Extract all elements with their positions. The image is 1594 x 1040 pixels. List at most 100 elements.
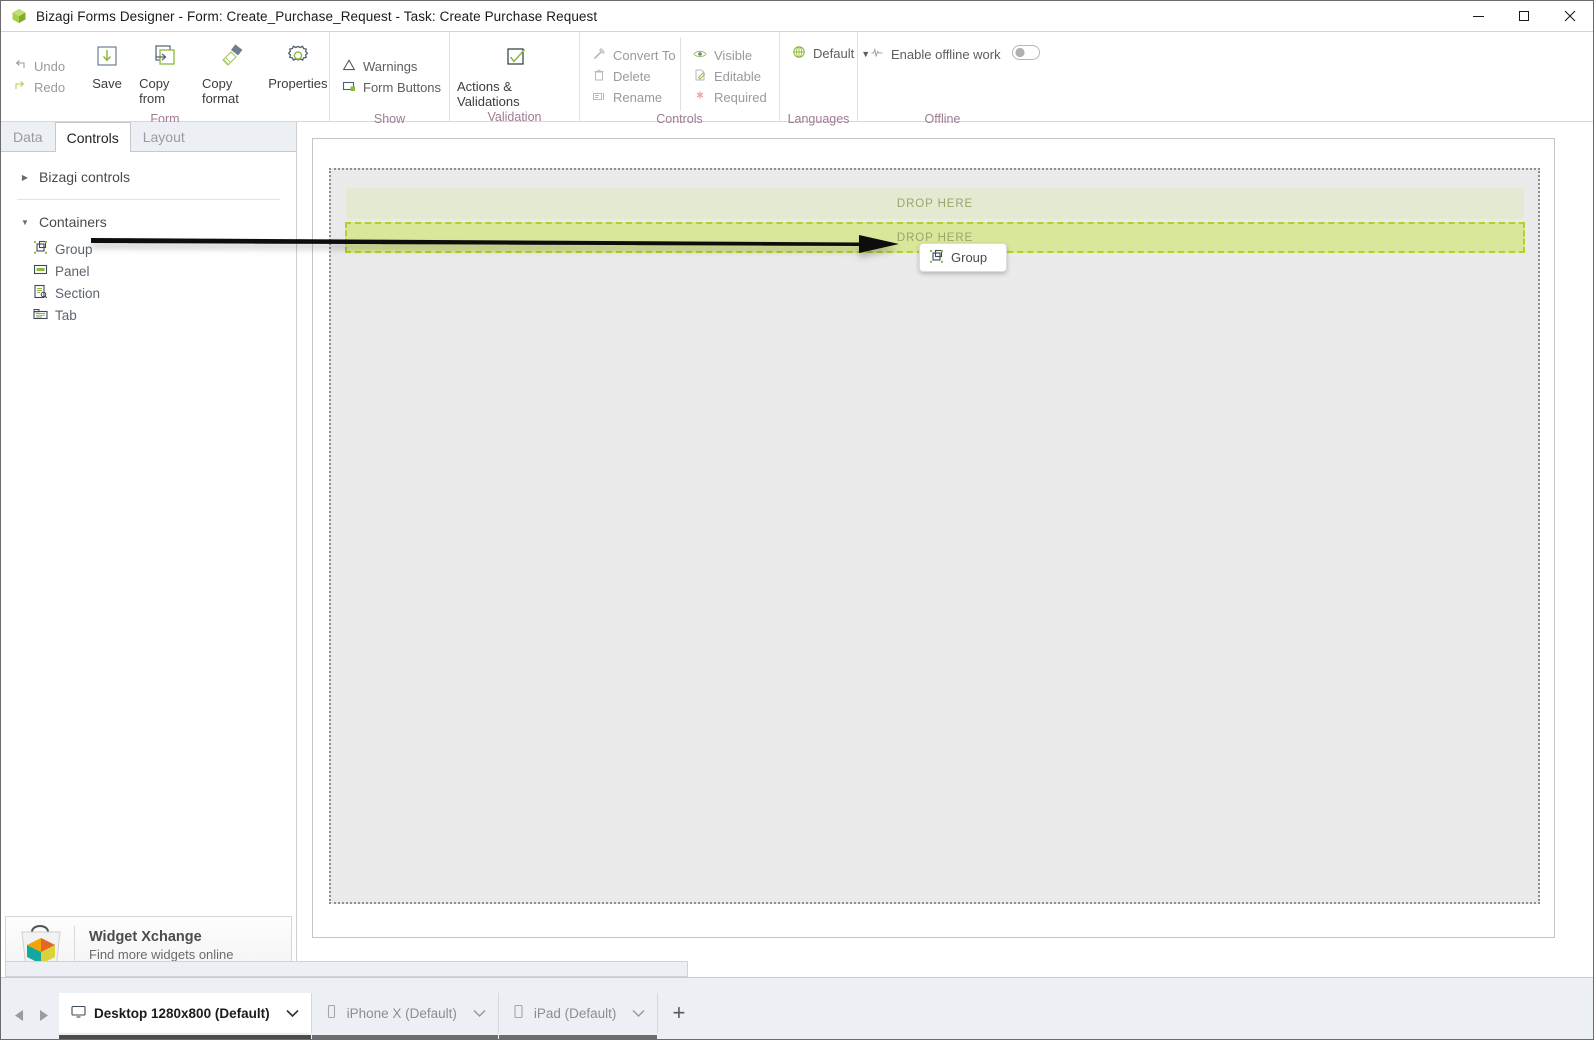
chevron-down-icon: ▼ [21, 217, 29, 227]
rename-label: Rename [613, 90, 663, 105]
title-bar: Bizagi Forms Designer - Form: Create_Pur… [1, 1, 1593, 31]
undo-button[interactable]: Undo [11, 56, 70, 77]
tree-divider [17, 199, 280, 200]
close-button[interactable] [1547, 1, 1593, 31]
bizagi-cube-icon [11, 8, 27, 24]
redo-button[interactable]: Redo [11, 77, 70, 98]
required-button[interactable]: Required [691, 87, 772, 108]
tab-control-icon [33, 306, 48, 324]
next-device-button[interactable] [33, 1003, 53, 1027]
convert-to-icon [592, 47, 606, 64]
warnings-button[interactable]: Warnings [340, 56, 442, 77]
device-tab-label: iPad (Default) [533, 1005, 617, 1021]
actions-validations-button[interactable]: Actions & Validations [450, 40, 579, 109]
properties-label: Properties [268, 76, 328, 91]
ribbon-group-languages: Default ▼ Languages [779, 32, 870, 126]
enable-offline-work-label: Enable offline work [891, 46, 1001, 62]
chevron-down-icon[interactable] [632, 1006, 645, 1021]
properties-button[interactable]: Properties [267, 37, 329, 91]
chevron-down-icon[interactable] [286, 1006, 299, 1021]
minimize-button[interactable] [1455, 1, 1501, 31]
section-control-icon [33, 284, 48, 302]
left-panel: Data Controls Layout ▶ Bizagi controls ▼… [1, 122, 296, 979]
device-tab-underline [59, 1035, 311, 1039]
editable-button[interactable]: Editable [691, 66, 772, 87]
window-controls [1455, 1, 1593, 31]
copy-from-label: Copy from [139, 76, 170, 106]
warnings-label: Warnings [363, 58, 418, 74]
dropzone-idle[interactable]: DROP HERE [346, 188, 1524, 219]
eye-icon [693, 47, 707, 64]
add-device-button[interactable]: + [657, 993, 699, 1033]
device-tab-desktop[interactable]: Desktop 1280x800 (Default) [59, 993, 311, 1039]
horizontal-scrollbar[interactable] [5, 961, 688, 977]
chevron-down-icon[interactable] [473, 1006, 486, 1021]
offline-icon [870, 46, 884, 63]
control-item-label: Panel [55, 263, 90, 279]
controls-stack-right: Visible Editable Required [680, 37, 780, 111]
ribbon-group-label-validation: Validation [487, 110, 542, 124]
ribbon-group-offline: Enable offline work Offline [857, 32, 1040, 126]
form-canvas-surface[interactable]: DROP HERE DROP HERE [329, 168, 1540, 904]
device-tab-label: iPhone X (Default) [346, 1005, 457, 1021]
properties-gear-icon [282, 40, 314, 74]
widget-divider [74, 926, 75, 964]
form-buttons-icon [342, 79, 356, 96]
panel-control-icon [33, 262, 48, 280]
tab-controls[interactable]: Controls [54, 122, 131, 152]
control-item-label: Section [55, 285, 101, 301]
control-item-tab[interactable]: Tab [1, 304, 296, 326]
warning-triangle-icon [342, 58, 356, 75]
default-language-label: Default [813, 46, 855, 61]
default-language-dropdown[interactable]: Default ▼ [790, 43, 870, 64]
show-stack: Warnings Form Buttons [330, 37, 450, 111]
device-tab-ipad[interactable]: iPad (Default) [497, 993, 658, 1039]
toggle-switch-off[interactable] [1011, 45, 1040, 63]
ribbon-group-show: Warnings Form Buttons Show [329, 32, 450, 126]
tree-group-label: Containers [39, 214, 107, 230]
panel-splitter[interactable] [296, 122, 297, 979]
required-label: Required [714, 90, 767, 105]
maximize-button[interactable] [1501, 1, 1547, 31]
copy-format-button[interactable]: Copy format [195, 37, 267, 106]
copy-from-button[interactable]: Copy from [132, 37, 195, 106]
tab-layout[interactable]: Layout [131, 122, 197, 151]
editable-label: Editable [714, 69, 761, 84]
trash-icon [592, 68, 606, 85]
monitor-icon [71, 1004, 86, 1022]
controls-tree: ▶ Bizagi controls ▼ Containers Group Pan… [1, 152, 296, 911]
delete-button[interactable]: Delete [590, 66, 672, 87]
tab-data[interactable]: Data [1, 122, 55, 151]
undo-icon [13, 58, 27, 75]
group-control-icon [929, 249, 944, 267]
control-item-section[interactable]: Section [1, 282, 296, 304]
control-item-group[interactable]: Group [1, 238, 296, 260]
redo-icon [13, 79, 27, 96]
prev-device-button[interactable] [9, 1003, 29, 1027]
device-tab-iphone-x[interactable]: iPhone X (Default) [310, 993, 498, 1039]
tree-group-bizagi-controls[interactable]: ▶ Bizagi controls [1, 164, 296, 190]
tablet-icon [511, 1004, 526, 1022]
convert-to-label: Convert To [613, 48, 676, 63]
ribbon-group-label-show: Show [373, 112, 406, 126]
control-item-panel[interactable]: Panel [1, 260, 296, 282]
ribbon-group-label-offline: Offline [924, 112, 961, 126]
save-button[interactable]: Save [82, 37, 132, 91]
required-asterisk-icon [693, 89, 707, 106]
enable-offline-work-toggle[interactable]: Enable offline work [868, 43, 1040, 65]
convert-to-button[interactable]: Convert To [590, 45, 676, 66]
form-buttons-label: Form Buttons [363, 79, 442, 95]
form-buttons-button[interactable]: Form Buttons [340, 77, 442, 98]
tree-group-containers[interactable]: ▼ Containers [1, 209, 296, 235]
save-label: Save [92, 76, 122, 91]
languages-stack: Default ▼ [780, 37, 870, 111]
checkmark-box-icon [499, 43, 531, 77]
group-control-icon [33, 240, 48, 258]
device-tab-label: Desktop 1280x800 (Default) [94, 1005, 270, 1021]
device-tab-underline [498, 1035, 658, 1039]
panel-tabstrip: Data Controls Layout [1, 122, 296, 152]
ribbon-group-validation: Actions & Validations Validation [449, 32, 579, 124]
chevron-right-icon: ▶ [21, 172, 29, 182]
visible-button[interactable]: Visible [691, 45, 772, 66]
rename-button[interactable]: Rename [590, 87, 672, 108]
